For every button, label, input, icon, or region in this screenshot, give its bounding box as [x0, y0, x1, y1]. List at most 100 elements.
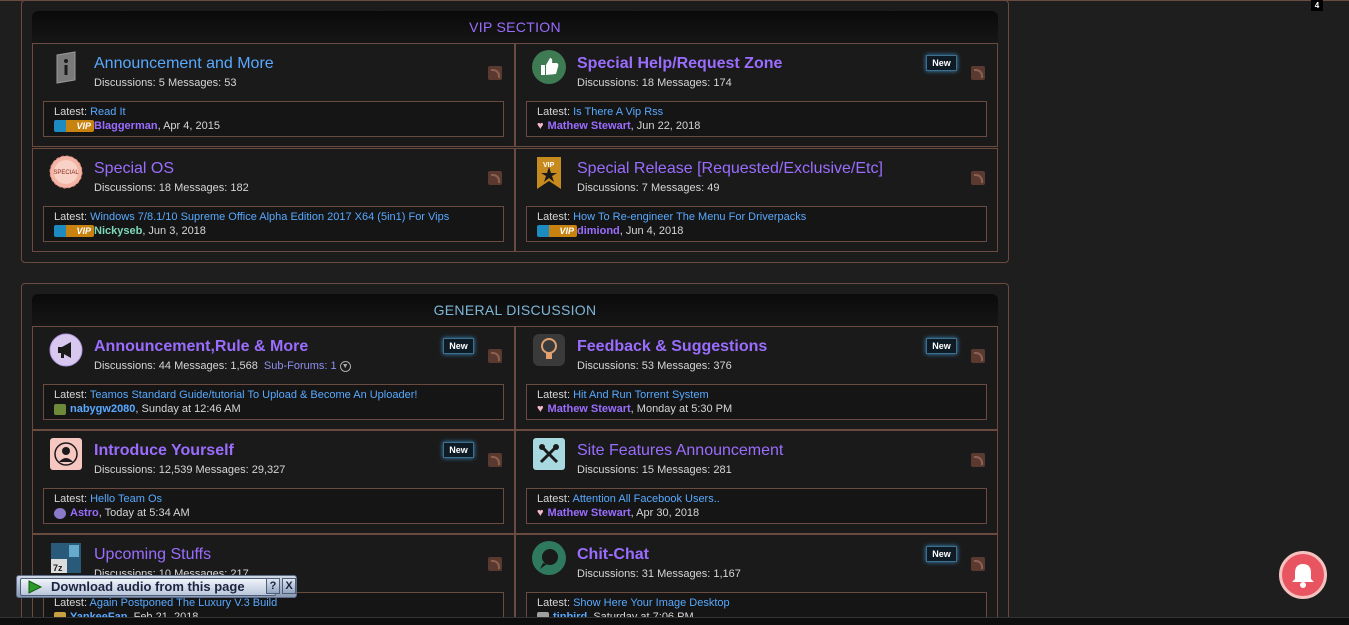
chat-bubble-icon [532, 541, 566, 575]
latest-post-box: Latest: Teamos Standard Guide/tutorial T… [43, 384, 504, 420]
vip-badge: VIP [537, 225, 577, 238]
rss-icon[interactable] [971, 171, 985, 185]
latest-post-box: Latest: How To Re-engineer The Menu For … [526, 206, 987, 242]
download-audio-button[interactable]: Download audio from this page [20, 578, 276, 596]
forum-stats: Discussions: 44 Messages: 1,568 Sub-Forum… [94, 360, 351, 372]
forum-node-announcement-rule: Announcement,Rule & More Discussions: 44… [32, 326, 515, 430]
latest-thread-link[interactable]: How To Re-engineer The Menu For Driverpa… [573, 211, 806, 223]
latest-user-link[interactable]: Astro [70, 507, 99, 519]
software-box-icon: 7z [49, 541, 83, 575]
forum-stats: Discussions: 18 Messages: 182 [94, 182, 249, 194]
forum-title[interactable]: Introduce Yourself [94, 442, 234, 460]
latest-thread-link[interactable]: Again Postponed The Luxury V.3 Build [89, 597, 277, 609]
latest-user-link[interactable]: Nickyseb [94, 225, 142, 237]
latest-thread-link[interactable]: Hello Team Os [90, 493, 162, 505]
latest-thread-link[interactable]: Is There A Vip Rss [573, 106, 663, 118]
latest-date: , Apr 30, 2018 [630, 507, 700, 519]
latest-thread-link[interactable]: Attention All Facebook Users.. [572, 493, 719, 505]
latest-label: Latest: [537, 493, 571, 505]
rss-icon[interactable] [971, 557, 985, 571]
latest-label: Latest: [537, 389, 571, 401]
forum-node-special-os: SPECIAL Special OS Discussions: 18 Messa… [32, 148, 515, 252]
special-seal-icon: SPECIAL [49, 155, 83, 189]
latest-date: , Jun 22, 2018 [630, 120, 701, 132]
latest-thread-link[interactable]: Teamos Standard Guide/tutorial To Upload… [90, 389, 418, 401]
chevron-down-icon[interactable]: ▼ [339, 360, 351, 372]
vip-section: VIP SECTION Announcement and More Discus… [21, 0, 1009, 263]
latest-user-link[interactable]: Mathew Stewart [548, 403, 631, 415]
bell-icon [1292, 564, 1314, 588]
rss-icon[interactable] [488, 557, 502, 571]
latest-label: Latest: [54, 597, 88, 609]
latest-user-link[interactable]: nabygw2080 [70, 403, 135, 415]
forum-title[interactable]: Announcement and More [94, 55, 274, 73]
heart-icon: ♥ [537, 507, 544, 519]
forum-title[interactable]: Upcoming Stuffs [94, 546, 211, 564]
forum-title[interactable]: Chit-Chat [577, 546, 649, 564]
forum-node-chit-chat: Chit-Chat Discussions: 31 Messages: 1,16… [515, 534, 998, 625]
latest-date: , Jun 4, 2018 [619, 225, 684, 237]
forum-stats: Discussions: 18 Messages: 174 [577, 77, 732, 89]
forum-node-special-help: Special Help/Request Zone Discussions: 1… [515, 43, 998, 147]
latest-user-link[interactable]: Mathew Stewart [548, 507, 631, 519]
play-icon [28, 580, 43, 594]
bottom-bar [0, 617, 1349, 625]
forum-node-announcement-and-more: Announcement and More Discussions: 5 Mes… [32, 43, 515, 147]
help-button[interactable]: ? [266, 578, 280, 594]
latest-thread-link[interactable]: Show Here Your Image Desktop [573, 597, 730, 609]
forum-title[interactable]: Announcement,Rule & More [94, 338, 308, 356]
latest-post-box: Latest: Windows 7/8.1/10 Supreme Office … [43, 206, 504, 242]
forum-title[interactable]: Special OS [94, 160, 174, 178]
svg-text:7z: 7z [53, 563, 63, 573]
latest-thread-link[interactable]: Hit And Run Torrent System [573, 389, 709, 401]
latest-post-box: Latest: Read It VIP Blaggerman, Apr 4, 20… [43, 101, 504, 137]
latest-label: Latest: [54, 106, 88, 118]
forum-title[interactable]: Special Release [Requested/Exclusive/Etc… [577, 160, 883, 178]
seal-text: SPECIAL [53, 170, 79, 176]
latest-label: Latest: [54, 389, 88, 401]
close-button[interactable]: X [282, 578, 296, 594]
rss-icon[interactable] [488, 349, 502, 363]
forum-title[interactable]: Site Features Announcement [577, 442, 783, 460]
forum-node-site-features: Site Features Announcement Discussions: … [515, 430, 998, 534]
vip-star-icon: VIP [532, 155, 566, 189]
rss-icon[interactable] [971, 453, 985, 467]
rss-icon[interactable] [971, 349, 985, 363]
latest-post-box: Latest: Attention All Facebook Users.. ♥… [526, 488, 987, 524]
lightbulb-icon [532, 333, 566, 367]
vip-badge: VIP [54, 225, 94, 238]
latest-user-link[interactable]: dimiond [577, 225, 620, 237]
forum-node-feedback: Feedback & Suggestions Discussions: 53 M… [515, 326, 998, 430]
rss-icon[interactable] [488, 171, 502, 185]
forum-title[interactable]: Special Help/Request Zone [577, 55, 782, 73]
info-icon [49, 50, 83, 84]
forum-title[interactable]: Feedback & Suggestions [577, 338, 767, 356]
latest-label: Latest: [54, 211, 88, 223]
forum-stats: Discussions: 12,539 Messages: 29,327 [94, 464, 286, 476]
user-avatar-icon [54, 507, 66, 519]
forum-stats: Discussions: 53 Messages: 376 [577, 360, 732, 372]
forum-stats-text: Discussions: 44 Messages: 1,568 [94, 360, 258, 372]
latest-date: , Jun 3, 2018 [142, 225, 206, 237]
subforums-link[interactable]: Sub-Forums: 1 [264, 360, 337, 372]
megaphone-icon [49, 333, 83, 367]
forum-node-introduce-yourself: Introduce Yourself Discussions: 12,539 M… [32, 430, 515, 534]
new-badge: New [926, 55, 957, 71]
forum-stats: Discussions: 5 Messages: 53 [94, 77, 237, 89]
latest-user-link[interactable]: Blaggerman [94, 120, 158, 132]
forum-stats: Discussions: 7 Messages: 49 [577, 182, 720, 194]
latest-date: , Today at 5:34 AM [98, 507, 190, 519]
latest-date: , Apr 4, 2015 [157, 120, 220, 132]
general-section: GENERAL DISCUSSION Announcement,Rule & M… [21, 283, 1009, 625]
download-audio-label: Download audio from this page [51, 579, 245, 594]
latest-post-box: Latest: Hit And Run Torrent System ♥ Math… [526, 384, 987, 420]
latest-thread-link[interactable]: Read It [90, 106, 125, 118]
notification-bell-button[interactable] [1279, 551, 1327, 599]
rss-icon[interactable] [488, 66, 502, 80]
rss-icon[interactable] [488, 453, 502, 467]
rss-icon[interactable] [971, 66, 985, 80]
latest-thread-link[interactable]: Windows 7/8.1/10 Supreme Office Alpha Ed… [90, 211, 449, 223]
latest-user-link[interactable]: Mathew Stewart [548, 120, 631, 132]
forum-stats: Discussions: 15 Messages: 281 [577, 464, 732, 476]
latest-post-box: Latest: Is There A Vip Rss ♥ Mathew Stewa… [526, 101, 987, 137]
